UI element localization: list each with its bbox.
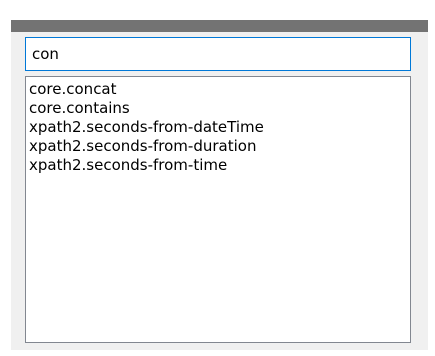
- autocomplete-popup: core.concat core.contains xpath2.seconds…: [11, 20, 428, 350]
- list-item[interactable]: core.concat: [29, 80, 410, 99]
- list-item[interactable]: xpath2.seconds-from-dateTime: [29, 118, 410, 137]
- suggestion-list[interactable]: core.concat core.contains xpath2.seconds…: [25, 76, 411, 343]
- search-input[interactable]: [25, 37, 411, 71]
- popup-title-bar[interactable]: [11, 20, 428, 32]
- list-item[interactable]: xpath2.seconds-from-duration: [29, 137, 410, 156]
- list-item[interactable]: xpath2.seconds-from-time: [29, 156, 410, 175]
- list-item[interactable]: core.contains: [29, 99, 410, 118]
